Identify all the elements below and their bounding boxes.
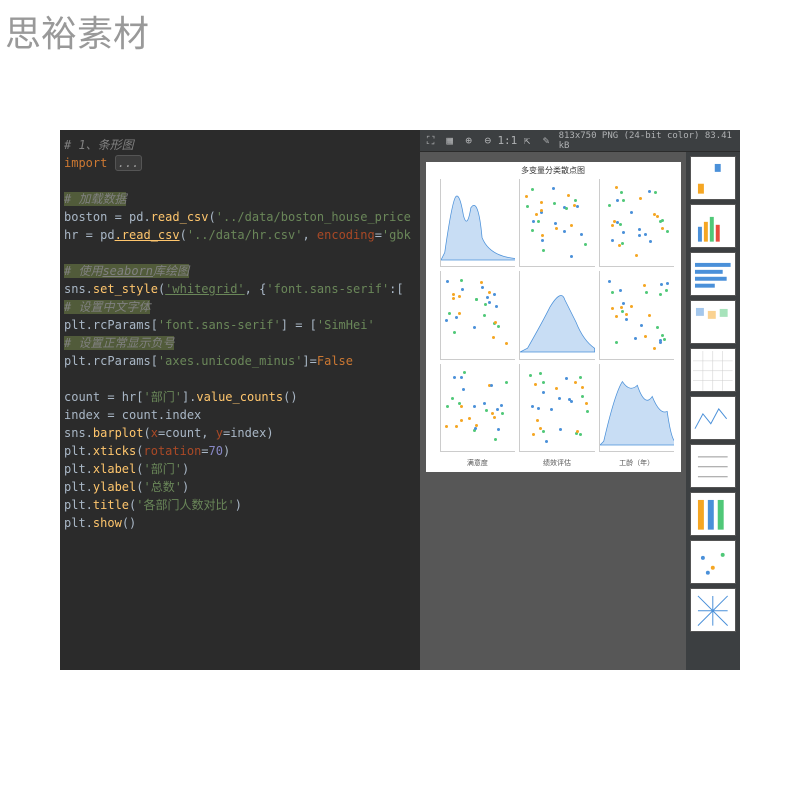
code-comment: # 使用seaborn库绘图 xyxy=(64,264,189,278)
code-comment: # 1、条形图 xyxy=(64,138,134,152)
subplot-1-1 xyxy=(519,271,595,359)
plot-thumbnail-5[interactable] xyxy=(690,396,736,440)
expand-icon[interactable]: ⛶ xyxy=(424,134,437,148)
subplot-2-1 xyxy=(519,364,595,452)
plot-thumbnail-4[interactable] xyxy=(690,348,736,392)
preview-body: 多变量分类散点图 满意度 绩效评估 工龄（年） xyxy=(420,152,740,670)
plot-thumbnail-9[interactable] xyxy=(690,588,736,632)
plot-thumbnail-3[interactable] xyxy=(690,300,736,344)
plot-thumbnail-1[interactable] xyxy=(690,204,736,248)
plot-thumbnail-0[interactable] xyxy=(690,156,736,200)
pairplot-figure: 多变量分类散点图 满意度 绩效评估 工龄（年） xyxy=(426,162,681,472)
xlabel-2: 工龄（年） xyxy=(599,458,675,468)
subplot-0-1 xyxy=(519,179,595,267)
eyedropper-icon[interactable]: ✎ xyxy=(539,134,552,148)
preview-toolbar: ⛶ ▦ ⊕ ⊖ 1:1 ⇱ ✎ 813x750 PNG (24-bit colo… xyxy=(420,130,740,152)
plot-thumbnail-2[interactable] xyxy=(690,252,736,296)
zoom-in-icon[interactable]: ⊕ xyxy=(462,134,475,148)
plot-thumbnail-6[interactable] xyxy=(690,444,736,488)
code-comment: # 设置中文字体 xyxy=(64,300,150,314)
plot-canvas[interactable]: 多变量分类散点图 满意度 绩效评估 工龄（年） xyxy=(420,152,686,670)
watermark: 思裕素材 xyxy=(5,5,149,57)
plot-thumbnail-7[interactable] xyxy=(690,492,736,536)
subplot-0-0 xyxy=(440,179,516,267)
plot-thumbnails xyxy=(686,152,740,670)
subplot-1-0 xyxy=(440,271,516,359)
zoom-out-icon[interactable]: ⊖ xyxy=(481,134,494,148)
code-comment: # 加载数据 xyxy=(64,192,126,206)
plot-preview-pane: ⛶ ▦ ⊕ ⊖ 1:1 ⇱ ✎ 813x750 PNG (24-bit colo… xyxy=(420,130,740,670)
fit-icon[interactable]: ⇱ xyxy=(520,134,533,148)
code-keyword: import xyxy=(64,156,107,170)
subplot-2-2 xyxy=(599,364,675,452)
xlabel-0: 满意度 xyxy=(440,458,516,468)
image-info: 813x750 PNG (24-bit color) 83.41 kB xyxy=(559,131,736,151)
ide-window: # 1、条形图 import ... # 加载数据 boston = pd.re… xyxy=(60,130,740,670)
plot-grid xyxy=(426,177,681,458)
subplot-0-2 xyxy=(599,179,675,267)
grid-icon[interactable]: ▦ xyxy=(443,134,456,148)
plot-title: 多变量分类散点图 xyxy=(426,162,681,177)
zoom-11-button[interactable]: 1:1 xyxy=(500,134,514,148)
code-fold[interactable]: ... xyxy=(115,155,143,171)
subplot-2-0 xyxy=(440,364,516,452)
subplot-1-2 xyxy=(599,271,675,359)
code-comment: # 设置正常显示负号 xyxy=(64,336,174,350)
code-editor[interactable]: # 1、条形图 import ... # 加载数据 boston = pd.re… xyxy=(60,130,420,670)
xlabel-1: 绩效评估 xyxy=(519,458,595,468)
plot-thumbnail-8[interactable] xyxy=(690,540,736,584)
